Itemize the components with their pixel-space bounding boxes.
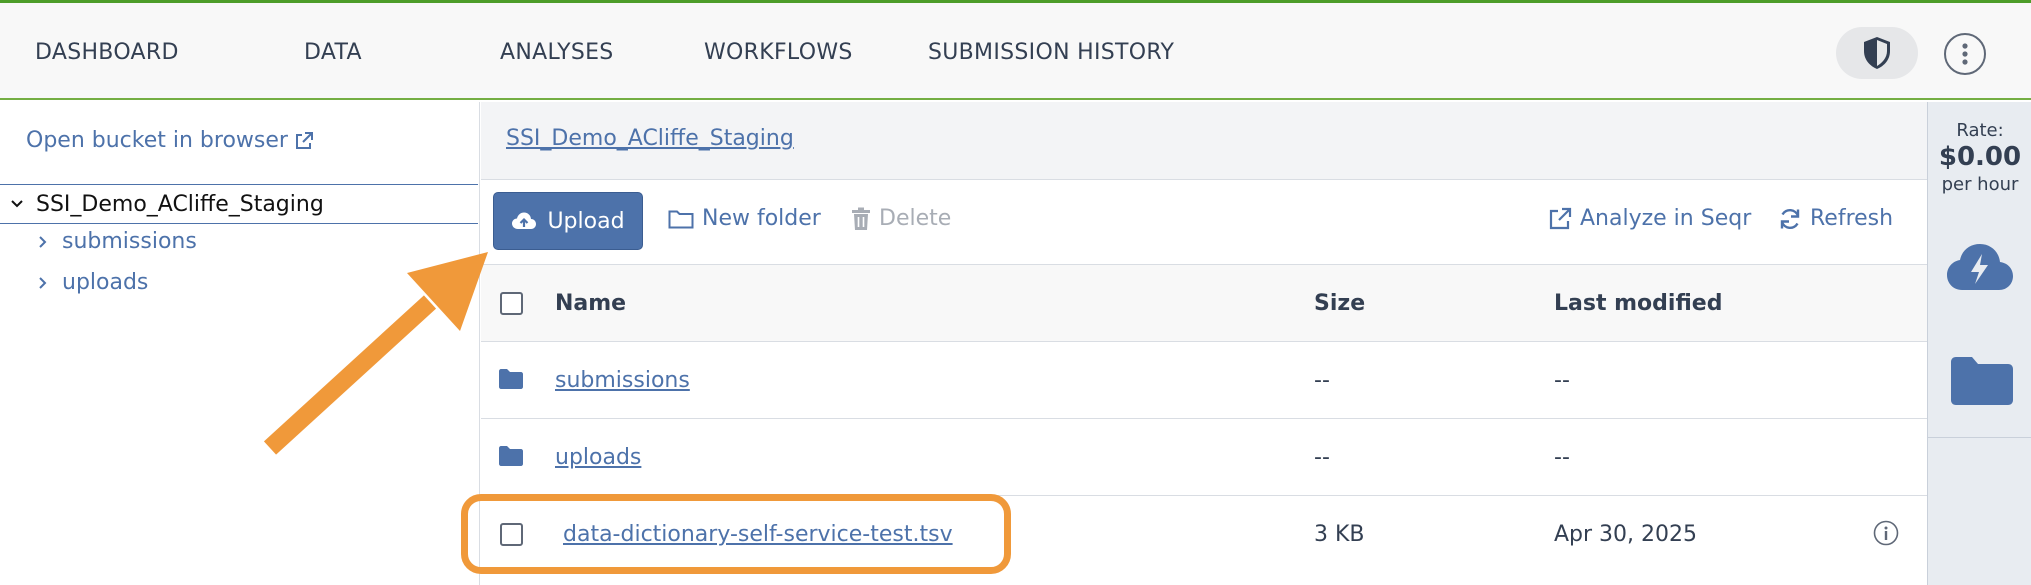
annotation-arrow xyxy=(263,252,488,455)
annotation-highlight-box xyxy=(461,494,1011,574)
